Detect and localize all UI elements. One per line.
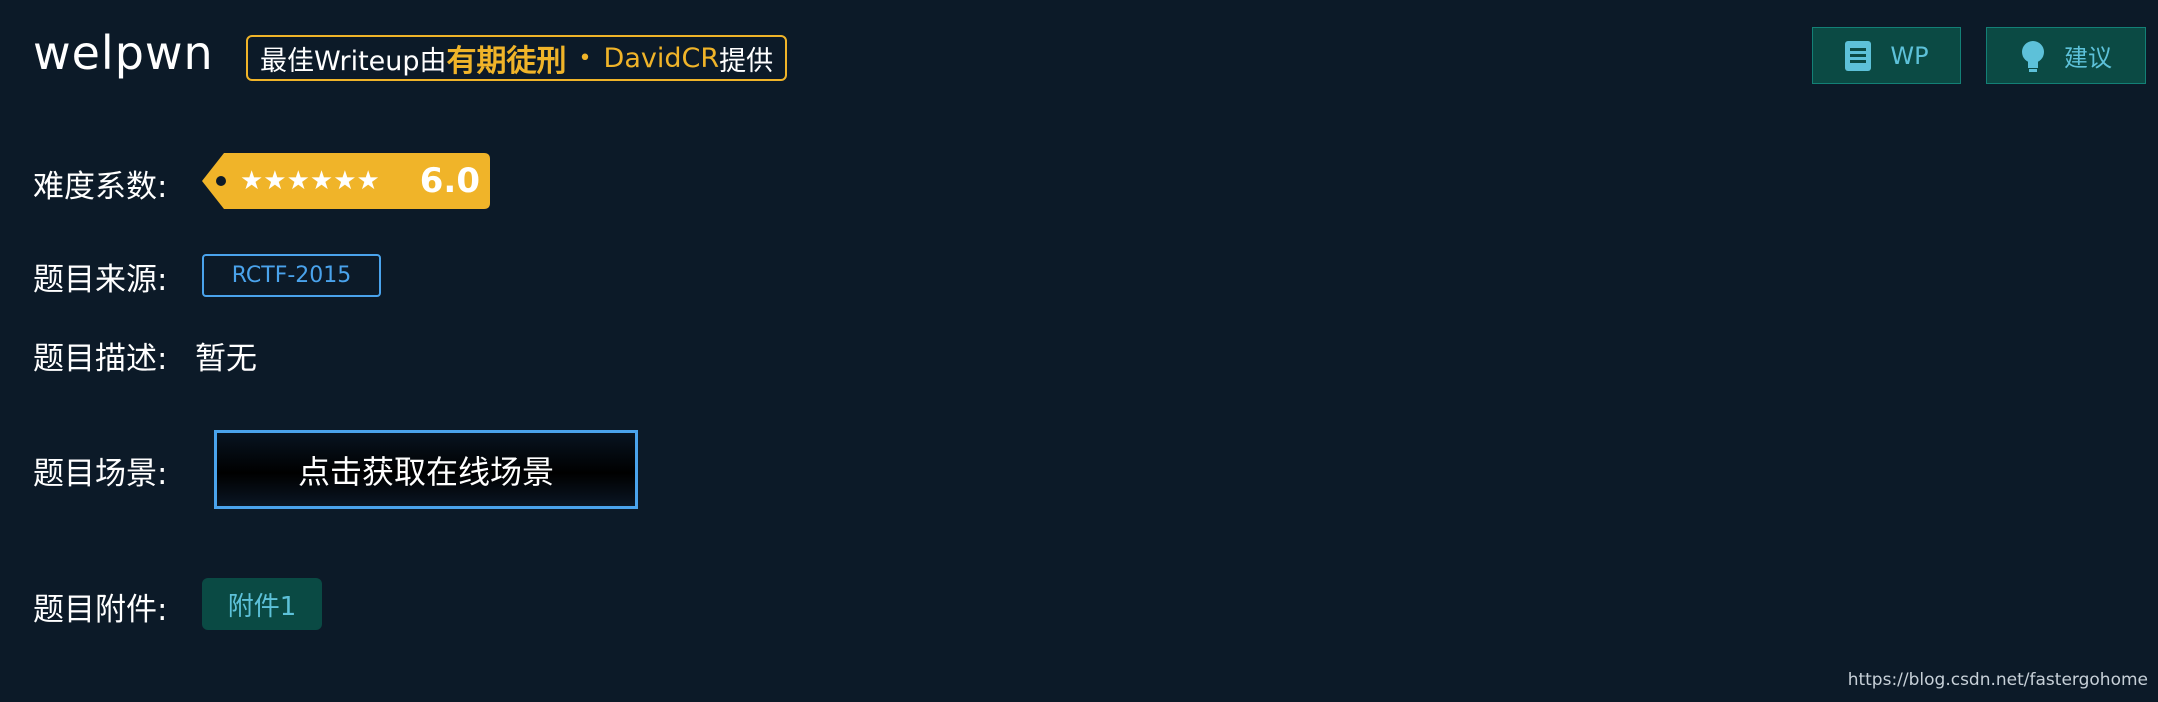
wp-button[interactable]: WP	[1812, 27, 1961, 84]
description-label: 题目描述:	[33, 341, 168, 377]
suggest-button[interactable]: 建议	[1986, 27, 2146, 84]
rating-score: 6.0	[419, 161, 480, 201]
writeup-separator: •	[578, 45, 592, 71]
get-online-scene-button[interactable]: 点击获取在线场景	[214, 430, 638, 509]
document-icon	[1844, 40, 1872, 72]
scene-label: 题目场景:	[33, 456, 168, 492]
lightbulb-icon	[2020, 40, 2046, 72]
writeup-author: DavidCR	[603, 42, 720, 74]
attachment-1-button[interactable]: 附件1	[202, 578, 322, 630]
best-writeup-badge: 最佳Writeup由 有期徒刑 • DavidCR 提供	[246, 35, 788, 81]
suggest-button-label: 建议	[2064, 44, 2112, 72]
wp-button-label: WP	[1890, 41, 1929, 70]
difficulty-label: 难度系数:	[33, 169, 168, 205]
writeup-prefix: 最佳Writeup由	[260, 45, 447, 77]
rating-stars: ★★★★★★	[240, 166, 380, 196]
description-value: 暂无	[195, 341, 257, 377]
attachment-label: 题目附件:	[33, 592, 168, 628]
challenge-title: welpwn	[33, 26, 214, 80]
difficulty-rating-tag: ★★★★★★ 6.0	[202, 153, 490, 209]
source-tag[interactable]: RCTF-2015	[202, 254, 381, 297]
writeup-suffix: 提供	[719, 45, 774, 77]
writeup-team: 有期徒刑	[446, 44, 567, 79]
source-label: 题目来源:	[33, 262, 168, 298]
watermark: https://blog.csdn.net/fastergohome	[1847, 670, 2148, 690]
